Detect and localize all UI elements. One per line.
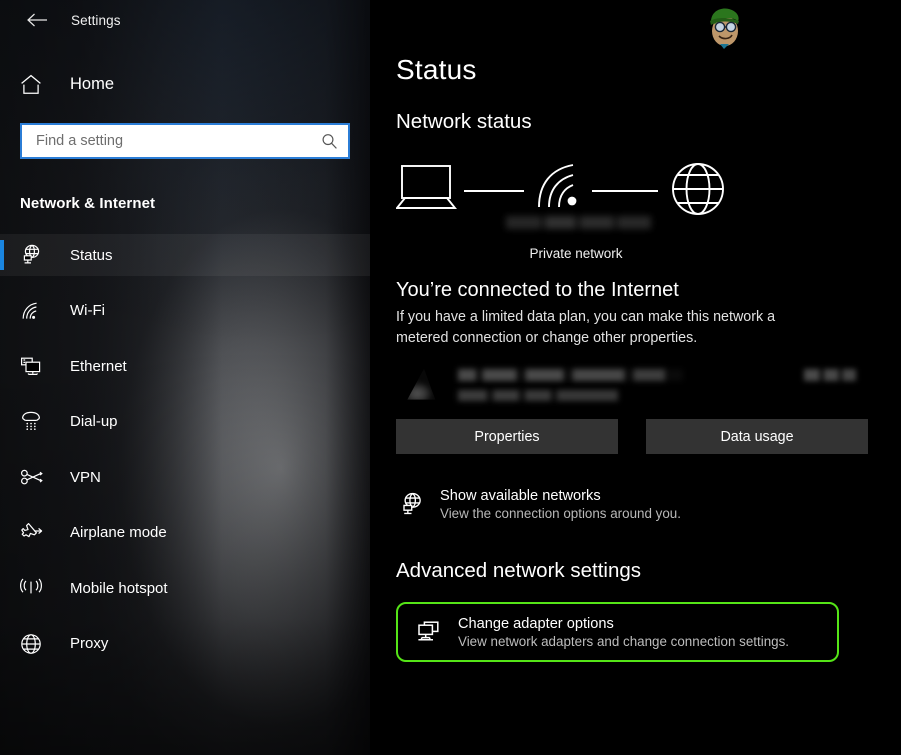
network-diagram <box>396 156 756 242</box>
network-name-redacted <box>458 369 683 381</box>
network-status-icon <box>396 492 426 517</box>
sidebar-item-airplane-mode[interactable]: Airplane mode <box>0 512 370 554</box>
network-ssid-redacted <box>506 216 651 229</box>
settings-window: Settings Home Find a setting Network & I… <box>0 0 901 755</box>
sidebar-item-label: Ethernet <box>70 357 127 375</box>
connection-description: If you have a limited data plan, you can… <box>396 309 776 346</box>
show-networks-title: Show available networks <box>440 488 601 504</box>
action-buttons: Properties Data usage <box>396 419 901 454</box>
sidebar-section-header: Network & Internet <box>20 195 156 212</box>
sidebar-item-wifi[interactable]: Wi-Fi <box>0 290 370 332</box>
adapter-monitor-icon <box>412 620 446 644</box>
laptop-icon <box>396 165 457 209</box>
change-adapter-options-item[interactable]: Change adapter options View network adap… <box>396 602 839 662</box>
window-title: Settings <box>71 12 121 28</box>
show-networks-subtitle: View the connection options around you. <box>440 506 681 521</box>
network-type-label: Private network <box>529 246 623 261</box>
search-input[interactable] <box>36 133 318 149</box>
sidebar-item-dialup[interactable]: Dial-up <box>0 401 370 443</box>
data-usage-button[interactable]: Data usage <box>646 419 868 454</box>
sidebar-nav: Status Wi-Fi Ethernet Dial-up VPN Airpla… <box>0 234 370 665</box>
network-period-redacted <box>458 390 618 401</box>
sidebar-item-status[interactable]: Status <box>0 234 370 276</box>
globe-icon <box>20 633 48 655</box>
settings-sidebar: Settings Home Find a setting Network & I… <box>0 0 370 755</box>
show-available-networks-link[interactable]: Show available networks View the connect… <box>396 488 901 521</box>
page-title: Status <box>396 54 477 85</box>
sidebar-item-proxy[interactable]: Proxy <box>0 623 370 665</box>
sidebar-item-label: Mobile hotspot <box>70 579 168 597</box>
network-status-heading: Network status <box>396 110 532 133</box>
sidebar-item-label: Status <box>70 246 113 264</box>
sidebar-item-label: Wi-Fi <box>70 302 105 319</box>
network-status-icon <box>20 244 48 266</box>
connection-title: You’re connected to the Internet <box>396 279 679 301</box>
dialup-phone-icon <box>20 411 48 432</box>
globe-icon <box>672 163 724 215</box>
sidebar-item-home[interactable]: Home <box>0 63 370 105</box>
sidebar-item-ethernet[interactable]: Ethernet <box>0 345 370 387</box>
back-arrow-icon[interactable] <box>22 5 52 35</box>
wifi-signal-icon <box>538 164 577 208</box>
network-signal-icon-redacted <box>407 368 436 400</box>
ethernet-icon <box>20 356 48 377</box>
sidebar-item-label: VPN <box>70 468 101 486</box>
search-box[interactable] <box>20 123 350 159</box>
search-icon[interactable] <box>318 133 340 150</box>
settings-content: Status Network status Private network Yo… <box>370 0 901 755</box>
home-icon <box>20 74 48 95</box>
connected-network-row[interactable] <box>396 363 856 409</box>
title-bar: Settings <box>0 0 370 40</box>
sidebar-item-vpn[interactable]: VPN <box>0 456 370 498</box>
change-adapter-title: Change adapter options <box>458 615 614 632</box>
sidebar-item-label: Airplane mode <box>70 524 167 541</box>
sidebar-item-mobile-hotspot[interactable]: Mobile hotspot <box>0 567 370 609</box>
change-adapter-subtitle: View network adapters and change connect… <box>458 633 790 649</box>
hotspot-icon <box>20 578 48 598</box>
vpn-icon <box>20 468 48 486</box>
sidebar-item-label: Proxy <box>70 635 109 652</box>
wifi-icon <box>20 301 48 321</box>
data-used-redacted <box>804 369 856 381</box>
airplane-icon <box>20 522 48 543</box>
properties-button[interactable]: Properties <box>396 419 618 454</box>
advanced-settings-heading: Advanced network settings <box>396 559 641 582</box>
home-label: Home <box>70 74 115 93</box>
sidebar-item-label: Dial-up <box>70 413 118 430</box>
appuals-mascot-logo <box>710 8 739 49</box>
